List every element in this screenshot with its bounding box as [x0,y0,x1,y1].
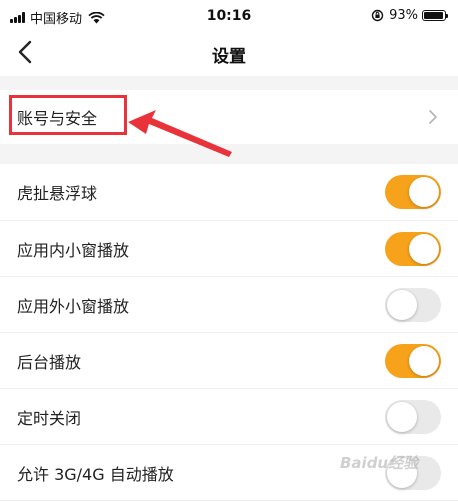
toggle-knob [387,401,417,432]
annotation-arrow-icon [128,110,232,157]
setting-row-timer-close: 定时关闭 [0,389,458,445]
setting-row-in-app-pip: 应用内小窗播放 [0,221,458,277]
toggle-knob [409,177,439,207]
battery-percent: 93% [389,8,418,23]
status-bar: 中国移动 10:16 93% [0,0,458,34]
out-app-pip-toggle[interactable] [385,287,441,322]
setting-label: 应用内小窗播放 [17,240,130,260]
watermark: Baidu经验 [340,454,419,472]
setting-row-background-play: 后台播放 [0,333,458,389]
rotation-lock-icon [371,9,384,22]
setting-label: 允许 3G/4G 自动播放 [17,464,174,484]
background-play-toggle[interactable] [385,343,441,378]
nav-bar: 设置 [0,34,458,74]
setting-row-out-app-pip: 应用外小窗播放 [0,277,458,333]
page-title: 设置 [212,47,246,67]
timer-close-toggle[interactable] [385,399,441,434]
floating-ball-toggle[interactable] [385,175,441,209]
annotation-highlight-box [9,95,127,135]
in-app-pip-toggle[interactable] [385,231,441,266]
battery-icon [422,10,448,21]
setting-label: 虎扯悬浮球 [17,184,98,203]
setting-row-floating-ball: 虎扯悬浮球 [0,164,458,221]
battery-level [424,12,443,19]
setting-label: 应用外小窗播放 [17,296,130,316]
toggle-knob [409,345,439,376]
status-right: 93% [371,8,448,23]
setting-label: 定时关闭 [17,408,82,428]
section-gap [0,76,458,90]
chevron-right-icon [429,110,437,124]
toggle-knob [387,289,417,320]
toggle-knob [409,233,439,264]
setting-label: 后台播放 [17,352,82,372]
